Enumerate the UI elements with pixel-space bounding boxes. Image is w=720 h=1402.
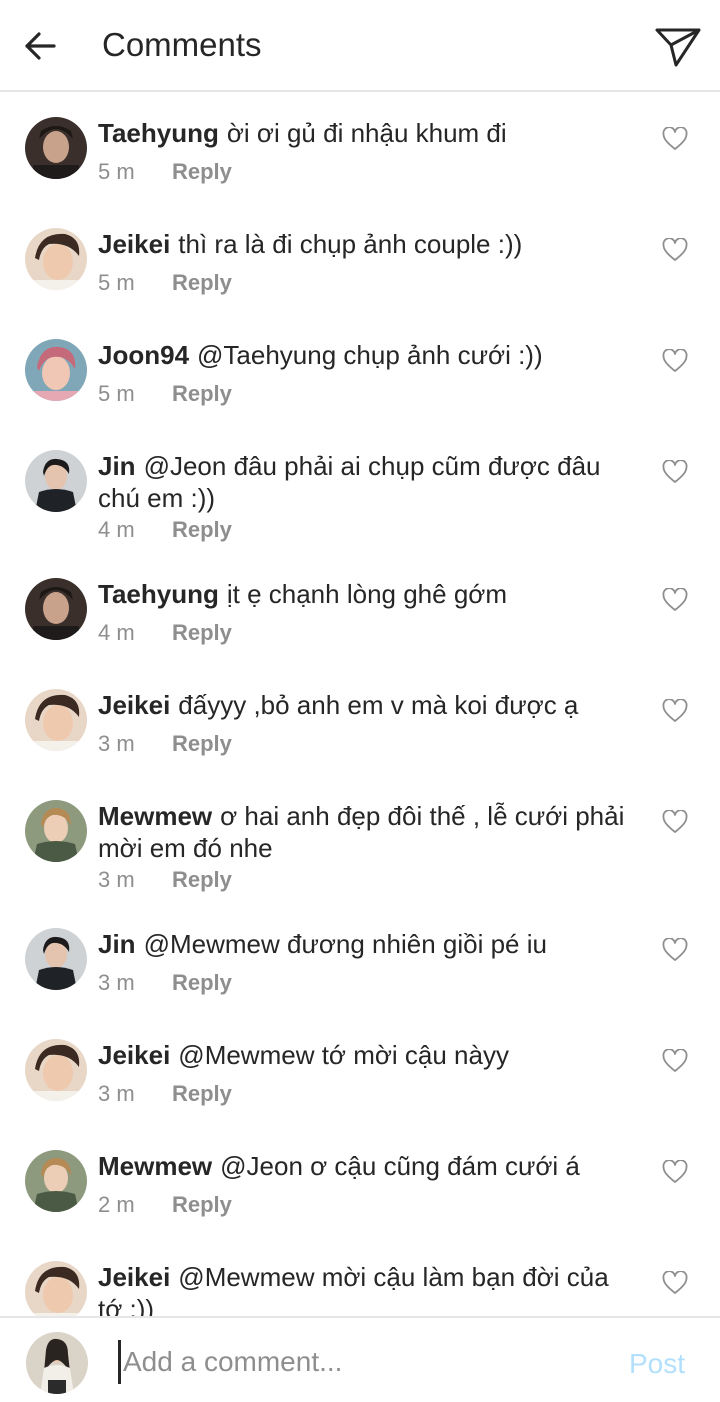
back-button[interactable] [18, 24, 62, 68]
comment-meta: 4 m Reply [98, 620, 232, 646]
comment-text: Jin @Mewmew đương nhiên giồi pé iu [98, 928, 638, 960]
comment-meta: 3 m Reply [98, 731, 232, 757]
timestamp: 5 m [98, 381, 135, 406]
heart-icon[interactable] [662, 699, 688, 723]
reply-button[interactable]: Reply [172, 620, 232, 645]
username[interactable]: Jeikei [98, 1040, 170, 1070]
heart-icon[interactable] [662, 1160, 688, 1184]
comment-body: @Jeon đâu phải ai chụp cũm được đâu chú … [98, 451, 601, 513]
comments-list: Taehyung ời ơi gủ đi nhậu khum đi 5 m Repl… [0, 92, 720, 1316]
timestamp: 4 m [98, 517, 135, 542]
username[interactable]: Mewmew [98, 1151, 212, 1181]
post-button[interactable]: Post [629, 1348, 685, 1380]
timestamp: 5 m [98, 159, 135, 184]
heart-icon[interactable] [662, 1271, 688, 1295]
username[interactable]: Jeikei [98, 1262, 170, 1292]
comment-body: @Taehyung chụp ảnh cưới :)) [197, 340, 543, 370]
comment-body: @Jeon ơ cậu cũng đám cưới á [220, 1151, 580, 1181]
heart-icon[interactable] [662, 810, 688, 834]
timestamp: 3 m [98, 731, 135, 756]
username[interactable]: Jeikei [98, 229, 170, 259]
username[interactable]: Mewmew [98, 801, 212, 831]
comment-text: Mewmew ơ hai anh đẹp đôi thế , lễ cưới ph… [98, 800, 638, 864]
comment-meta: 5 m Reply [98, 381, 232, 407]
current-user-avatar [26, 1332, 88, 1394]
comment-text: Joon94 @Taehyung chụp ảnh cưới :)) [98, 339, 638, 371]
comment-input[interactable] [118, 1340, 603, 1384]
comment-body: @Mewmew đương nhiên giồi pé iu [143, 929, 547, 959]
comment-text: Jeikei thì ra là đi chụp ảnh couple :)) [98, 228, 638, 260]
comment-meta: 3 m Reply [98, 1081, 232, 1107]
username[interactable]: Jeikei [98, 690, 170, 720]
username[interactable]: Taehyung [98, 579, 219, 609]
comment-text: Jeikei @Mewmew mời cậu làm bạn đời của tớ… [98, 1261, 638, 1316]
share-button[interactable] [650, 22, 706, 72]
reply-button[interactable]: Reply [172, 159, 232, 184]
timestamp: 3 m [98, 1081, 135, 1106]
timestamp: 3 m [98, 867, 135, 892]
heart-icon[interactable] [662, 238, 688, 262]
heart-icon[interactable] [662, 349, 688, 373]
avatar[interactable] [25, 1261, 87, 1316]
paper-plane-icon [655, 28, 701, 67]
username[interactable]: Taehyung [98, 118, 219, 148]
comment-meta: 3 m Reply [98, 867, 232, 893]
comment-text: Taehyung ời ơi gủ đi nhậu khum đi [98, 117, 638, 149]
reply-button[interactable]: Reply [172, 970, 232, 995]
username[interactable]: Jin [98, 929, 136, 959]
avatar[interactable] [25, 800, 87, 862]
reply-button[interactable]: Reply [172, 270, 232, 295]
comment-body: ời ơi gủ đi nhậu khum đi [226, 118, 507, 148]
timestamp: 3 m [98, 970, 135, 995]
comment-body: thì ra là đi chụp ảnh couple :)) [178, 229, 523, 259]
page-title: Comments [102, 26, 262, 63]
comment-meta: 2 m Reply [98, 1192, 232, 1218]
comment-text: Jeikei @Mewmew tớ mời cậu nàyy [98, 1039, 638, 1071]
comment-body: ịt ẹ chạnh lòng ghê gớm [226, 579, 507, 609]
avatar[interactable] [25, 450, 87, 512]
avatar[interactable] [25, 117, 87, 179]
comment-meta: 5 m Reply [98, 159, 232, 185]
heart-icon[interactable] [662, 938, 688, 962]
comment-text: Jeikei đấyyy ,bỏ anh em v mà koi được ạ [98, 689, 638, 721]
avatar[interactable] [25, 1039, 87, 1101]
top-bar: Comments [0, 0, 720, 92]
timestamp: 4 m [98, 620, 135, 645]
comment-text: Mewmew @Jeon ơ cậu cũng đám cưới á [98, 1150, 638, 1182]
username[interactable]: Jin [98, 451, 136, 481]
comment-text: Taehyung ịt ẹ chạnh lòng ghê gớm [98, 578, 638, 610]
comment-meta: 4 m Reply [98, 517, 232, 543]
avatar[interactable] [25, 578, 87, 640]
heart-icon[interactable] [662, 127, 688, 151]
heart-icon[interactable] [662, 588, 688, 612]
reply-button[interactable]: Reply [172, 381, 232, 406]
avatar[interactable] [25, 1150, 87, 1212]
reply-button[interactable]: Reply [172, 1192, 232, 1217]
avatar[interactable] [25, 339, 87, 401]
avatar[interactable] [25, 689, 87, 751]
reply-button[interactable]: Reply [172, 517, 232, 542]
reply-button[interactable]: Reply [172, 1081, 232, 1106]
comment-meta: 5 m Reply [98, 270, 232, 296]
comment-composer: Post [0, 1316, 720, 1402]
arrow-left-icon [25, 32, 56, 60]
reply-button[interactable]: Reply [172, 867, 232, 892]
reply-button[interactable]: Reply [172, 731, 232, 756]
username[interactable]: Joon94 [98, 340, 189, 370]
comment-meta: 3 m Reply [98, 970, 232, 996]
comment-body: @Mewmew mời cậu làm bạn đời của tớ :)) [98, 1262, 609, 1316]
avatar[interactable] [25, 228, 87, 290]
avatar[interactable] [25, 928, 87, 990]
timestamp: 2 m [98, 1192, 135, 1217]
timestamp: 5 m [98, 270, 135, 295]
comment-text: Jin @Jeon đâu phải ai chụp cũm được đâu c… [98, 450, 638, 514]
heart-icon[interactable] [662, 1049, 688, 1073]
heart-icon[interactable] [662, 460, 688, 484]
comment-body: @Mewmew tớ mời cậu nàyy [178, 1040, 509, 1070]
comment-body: đấyyy ,bỏ anh em v mà koi được ạ [178, 690, 579, 720]
